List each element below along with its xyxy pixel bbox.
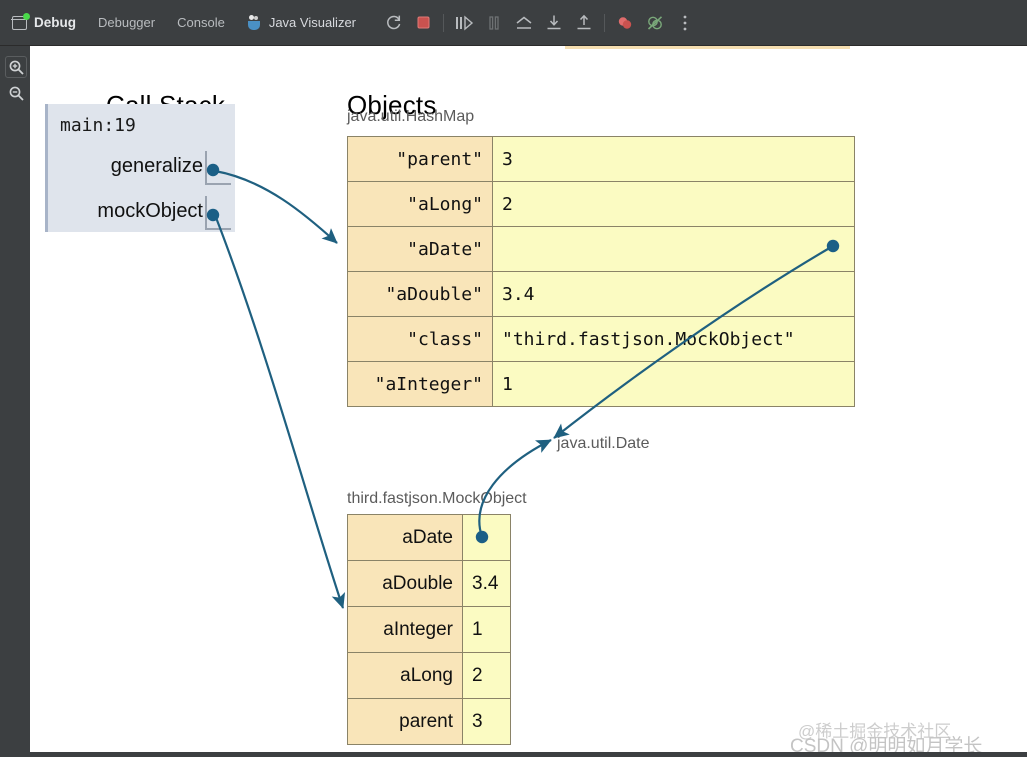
table-row: "aDate" <box>347 226 855 272</box>
coffee-cup-icon <box>247 15 263 30</box>
cell-key: aDouble <box>347 560 463 607</box>
mockobject-title: third.fastjson.MockObject <box>347 490 527 507</box>
zoom-in-icon[interactable] <box>5 56 27 78</box>
cell-key: "class" <box>347 316 493 362</box>
hashmap-title: java.util.HashMap <box>347 108 475 125</box>
tab-debugger[interactable]: Debugger <box>98 15 155 30</box>
left-gutter <box>0 46 30 757</box>
debug-toolbar: Debug Debugger Console Java Visualizer <box>0 0 1027 46</box>
slot-label: generalize <box>110 155 203 177</box>
debug-tab-label: Debug <box>34 15 76 30</box>
table-row: aDouble 3.4 <box>347 560 511 607</box>
cell-key: aLong <box>347 652 463 699</box>
cell-key: aDate <box>347 514 463 561</box>
debug-window-icon <box>11 12 30 30</box>
cell-value: 3.4 <box>462 560 511 607</box>
stop-icon[interactable] <box>408 8 438 38</box>
visualizer-canvas: Call Stack Objects main:19 generalize mo… <box>30 46 1027 757</box>
cell-key: parent <box>347 698 463 745</box>
date-object-title: java.util.Date <box>557 435 650 452</box>
pause-icon[interactable] <box>479 8 509 38</box>
table-row: "aLong" 2 <box>347 181 855 227</box>
cell-value: 3 <box>462 698 511 745</box>
cell-key: aInteger <box>347 606 463 653</box>
call-stack-slot-generalize[interactable]: generalize <box>75 149 235 189</box>
table-row: "aInteger" 1 <box>347 361 855 407</box>
step-out-icon[interactable] <box>509 8 539 38</box>
cell-value <box>462 514 511 561</box>
table-row: "class" "third.fastjson.MockObject" <box>347 316 855 362</box>
java-visualizer-label: Java Visualizer <box>268 15 357 30</box>
arrow-mockobject-to-object <box>213 214 346 609</box>
table-row: "aDouble" 3.4 <box>347 271 855 317</box>
slot-label: mockObject <box>97 200 203 222</box>
cell-value: 2 <box>492 181 855 227</box>
table-row: "parent" 3 <box>347 136 855 182</box>
cell-key: "aDouble" <box>347 271 493 317</box>
cell-key: "aInteger" <box>347 361 493 407</box>
cell-value: 3.4 <box>492 271 855 317</box>
cell-key: "parent" <box>347 136 493 182</box>
tab-console[interactable]: Console <box>177 15 225 30</box>
step-into-icon[interactable] <box>539 8 569 38</box>
step-over-icon[interactable] <box>569 8 599 38</box>
breakpoints-icon[interactable] <box>610 8 640 38</box>
java-visualizer-window: Debug Debugger Console Java Visualizer O… <box>0 0 1027 757</box>
mockobject-table: aDate aDouble 3.4 aInteger 1 aLong 2 parent… <box>347 514 511 745</box>
call-stack-frame[interactable]: main:19 generalize mockObject <box>45 104 235 232</box>
mute-breakpoints-icon[interactable] <box>640 8 670 38</box>
accent-strip <box>565 46 850 49</box>
tab-java-visualizer[interactable]: Java Visualizer <box>247 15 356 30</box>
step-forward-icon[interactable] <box>449 8 479 38</box>
debug-tab[interactable]: Debug <box>11 12 76 30</box>
frame-name: main:19 <box>60 115 136 136</box>
toolbar-divider-1 <box>443 13 445 32</box>
cell-value: 3 <box>492 136 855 182</box>
cell-value: 2 <box>462 652 511 699</box>
cell-key: "aDate" <box>347 226 493 272</box>
more-options-icon[interactable] <box>670 8 700 38</box>
cell-value: 1 <box>462 606 511 653</box>
debug-action-icons <box>378 8 700 38</box>
table-row: parent 3 <box>347 698 511 745</box>
toolbar-divider-2 <box>604 13 606 32</box>
slot-bracket-icon <box>205 151 231 185</box>
table-row: aLong 2 <box>347 652 511 699</box>
rerun-icon[interactable] <box>378 8 408 38</box>
hashmap-table: "parent" 3 "aLong" 2 "aDate" "aDouble" 3.4 … <box>347 136 855 407</box>
slot-bracket-icon <box>205 196 231 230</box>
window-bottom-strip <box>0 752 1027 757</box>
table-row: aDate <box>347 514 511 561</box>
table-row: aInteger 1 <box>347 606 511 653</box>
call-stack-slot-mockobject[interactable]: mockObject <box>75 194 235 234</box>
cell-value: 1 <box>492 361 855 407</box>
cell-key: "aLong" <box>347 181 493 227</box>
cell-value: "third.fastjson.MockObject" <box>492 316 855 362</box>
zoom-out-icon[interactable] <box>5 82 27 104</box>
cell-value <box>492 226 855 272</box>
